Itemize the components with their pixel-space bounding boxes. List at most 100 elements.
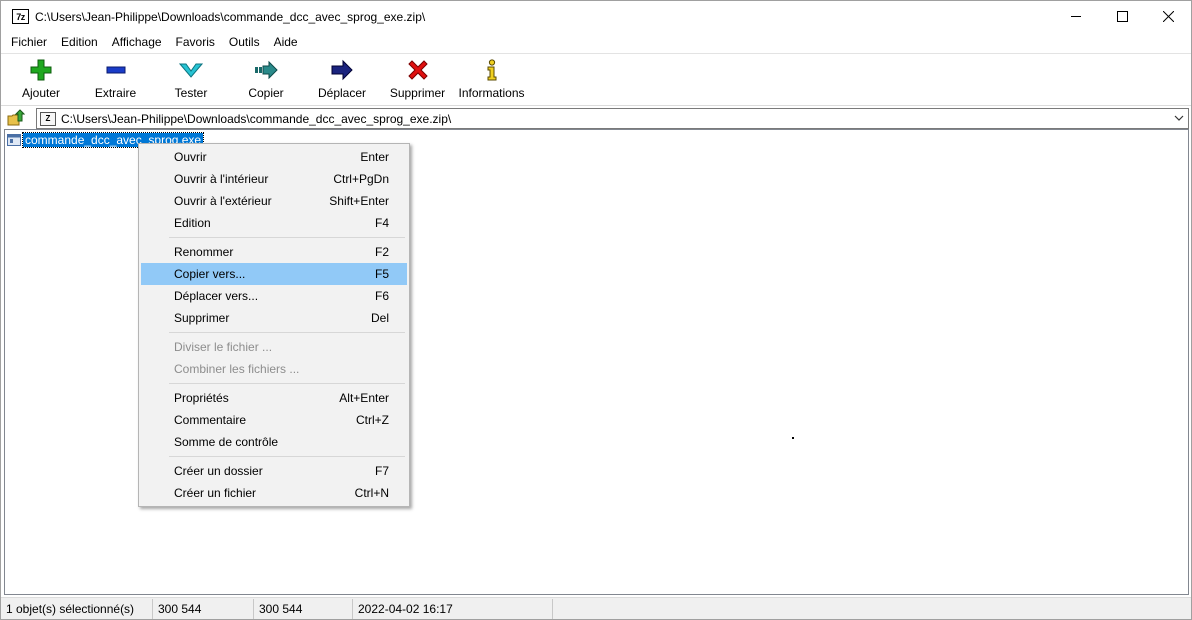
minus-icon [104, 59, 128, 81]
path-combobox[interactable]: Z C:\Users\Jean-Philippe\Downloads\comma… [36, 108, 1189, 129]
status-selection: 1 objet(s) sélectionné(s) [1, 598, 153, 619]
menu-bar: Fichier Edition Affichage Favoris Outils… [1, 32, 1191, 52]
menu-edition[interactable]: Edition [54, 32, 105, 52]
menu-item-proprietes[interactable]: Propriétés Alt+Enter [141, 387, 407, 409]
menu-favoris[interactable]: Favoris [169, 32, 222, 52]
window-controls [1053, 1, 1191, 32]
menu-aide[interactable]: Aide [267, 32, 305, 52]
copy-arrow-icon [254, 59, 278, 81]
menu-item-label: Créer un dossier [174, 464, 263, 478]
copy-button[interactable]: Copier [229, 54, 303, 104]
menu-item-shortcut: Ctrl+N [354, 486, 389, 500]
menu-item-creer-fichier[interactable]: Créer un fichier Ctrl+N [141, 482, 407, 504]
menu-item-label: Propriétés [174, 391, 229, 405]
menu-separator [141, 234, 407, 241]
menu-separator [141, 453, 407, 460]
status-size: 300 544 [153, 598, 254, 619]
menu-item-shortcut: F7 [374, 464, 389, 478]
menu-item-copier-vers[interactable]: Copier vers... F5 [141, 263, 407, 285]
menu-item-label: Somme de contrôle [174, 435, 279, 449]
menu-item-label: Edition [174, 216, 211, 230]
app-window: 7z C:\Users\Jean-Philippe\Downloads\comm… [0, 0, 1192, 620]
menu-item-label: Diviser le fichier ... [174, 340, 273, 354]
delete-button[interactable]: Supprimer [381, 54, 454, 104]
menu-item-combiner: Combiner les fichiers ... [141, 358, 407, 380]
copy-button-label: Copier [248, 86, 284, 100]
extract-button-label: Extraire [94, 86, 137, 100]
folder-up-icon [7, 108, 25, 125]
path-text: C:\Users\Jean-Philippe\Downloads\command… [61, 111, 452, 126]
add-button[interactable]: Ajouter [4, 54, 78, 104]
menu-item-label: Commentaire [174, 413, 247, 427]
move-button[interactable]: Déplacer [303, 54, 381, 104]
delete-button-label: Supprimer [389, 86, 446, 100]
menu-item-supprimer[interactable]: Supprimer Del [141, 307, 407, 329]
minimize-button[interactable] [1053, 1, 1099, 32]
parent-folder-button[interactable] [5, 107, 27, 129]
stray-pixel [792, 437, 794, 439]
menu-item-shortcut: Del [370, 311, 389, 325]
window-title: C:\Users\Jean-Philippe\Downloads\command… [35, 9, 426, 24]
close-icon [1162, 11, 1174, 22]
check-chevron-icon [179, 59, 203, 81]
menu-item-label: Combiner les fichiers ... [174, 362, 300, 376]
test-button[interactable]: Tester [153, 54, 229, 104]
menu-item-somme-controle[interactable]: Somme de contrôle [141, 431, 407, 453]
move-button-label: Déplacer [317, 86, 367, 100]
close-button[interactable] [1145, 1, 1191, 32]
menu-separator [141, 380, 407, 387]
info-button[interactable]: Informations [454, 54, 529, 104]
status-modified: 2022-04-02 16:17 [353, 598, 553, 619]
executable-file-icon [6, 133, 22, 146]
test-button-label: Tester [174, 86, 208, 100]
menu-item-label: Copier vers... [174, 267, 246, 281]
menu-item-commentaire[interactable]: Commentaire Ctrl+Z [141, 409, 407, 431]
info-icon [480, 59, 504, 81]
address-bar: Z C:\Users\Jean-Philippe\Downloads\comma… [1, 105, 1191, 129]
menu-item-deplacer-vers[interactable]: Déplacer vers... F6 [141, 285, 407, 307]
delete-x-icon [406, 59, 430, 81]
menu-fichier[interactable]: Fichier [4, 32, 54, 52]
menu-separator [141, 329, 407, 336]
menu-item-ouvrir-interieur[interactable]: Ouvrir à l'intérieur Ctrl+PgDn [141, 168, 407, 190]
context-menu: Ouvrir Enter Ouvrir à l'intérieur Ctrl+P… [138, 143, 410, 507]
menu-item-shortcut: Alt+Enter [339, 391, 389, 405]
menu-item-shortcut: Ctrl+PgDn [333, 172, 389, 186]
menu-item-shortcut: F5 [374, 267, 389, 281]
status-packed-size: 300 544 [254, 598, 353, 619]
menu-item-shortcut: Ctrl+Z [356, 413, 389, 427]
add-button-label: Ajouter [21, 86, 61, 100]
maximize-button[interactable] [1099, 1, 1145, 32]
menu-item-renommer[interactable]: Renommer F2 [141, 241, 407, 263]
menu-item-label: Créer un fichier [174, 486, 257, 500]
menu-item-label: Ouvrir à l'intérieur [174, 172, 269, 186]
extract-button[interactable]: Extraire [78, 54, 153, 104]
info-button-label: Informations [458, 86, 525, 100]
menu-item-label: Supprimer [174, 311, 230, 325]
maximize-icon [1116, 11, 1128, 22]
chevron-down-icon[interactable] [1174, 113, 1184, 123]
menu-item-diviser: Diviser le fichier ... [141, 336, 407, 358]
menu-item-shortcut: Shift+Enter [329, 194, 389, 208]
menu-item-shortcut: F4 [374, 216, 389, 230]
menu-item-shortcut: F2 [374, 245, 389, 259]
menu-affichage[interactable]: Affichage [105, 32, 169, 52]
zip-archive-icon: Z [40, 111, 56, 126]
toolbar: Ajouter Extraire Tester Copier Déplacer [1, 53, 1191, 103]
menu-item-ouvrir[interactable]: Ouvrir Enter [141, 146, 407, 168]
title-bar[interactable]: 7z C:\Users\Jean-Philippe\Downloads\comm… [1, 1, 1191, 32]
menu-outils[interactable]: Outils [222, 32, 267, 52]
move-arrow-icon [330, 59, 354, 81]
menu-item-label: Ouvrir à l'extérieur [174, 194, 272, 208]
menu-item-ouvrir-exterieur[interactable]: Ouvrir à l'extérieur Shift+Enter [141, 190, 407, 212]
menu-item-label: Déplacer vers... [174, 289, 259, 303]
minimize-icon [1070, 16, 1081, 17]
menu-item-edition[interactable]: Edition F4 [141, 212, 407, 234]
menu-item-creer-dossier[interactable]: Créer un dossier F7 [141, 460, 407, 482]
status-bar: 1 objet(s) sélectionné(s) 300 544 300 54… [1, 597, 1191, 619]
menu-item-shortcut: Enter [360, 150, 389, 164]
menu-item-shortcut: F6 [374, 289, 389, 303]
plus-icon [29, 59, 53, 81]
7zip-app-icon[interactable]: 7z [12, 9, 29, 24]
menu-item-label: Ouvrir [174, 150, 207, 164]
